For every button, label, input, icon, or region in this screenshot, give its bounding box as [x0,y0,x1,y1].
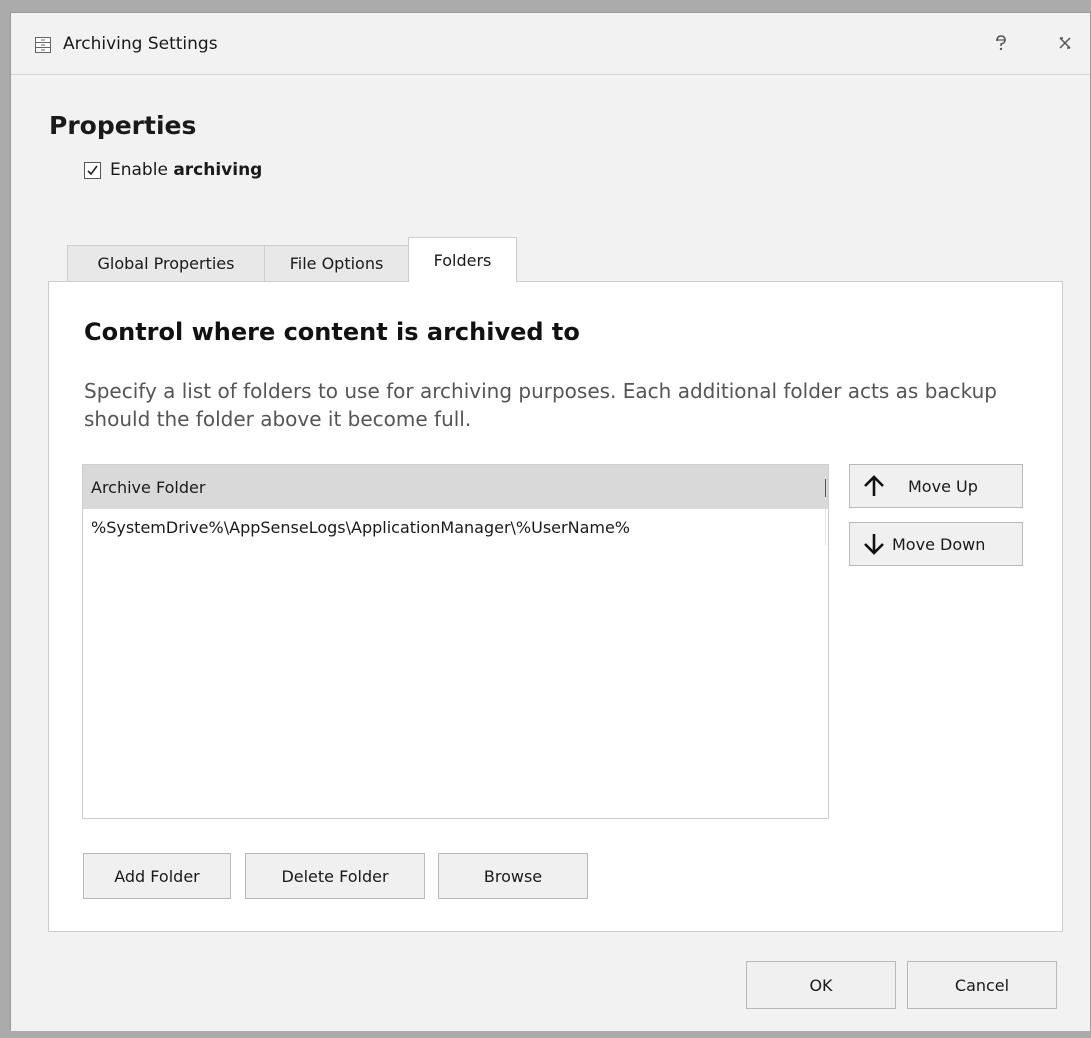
column-header-label: Archive Folder [91,478,206,497]
section-title: Control where content is archived to [84,318,580,346]
folders-panel: Control where content is archived to Spe… [48,281,1063,932]
add-folder-button[interactable]: Add Folder [83,853,231,899]
arrow-down-icon [864,534,884,555]
move-down-label: Move Down [892,534,986,554]
column-header-archive-folder[interactable]: Archive Folder [83,465,828,509]
settings-list-icon [35,37,51,53]
window-title: Archiving Settings [63,34,218,54]
enable-archiving-label: Enable archiving [110,160,263,180]
cancel-button[interactable]: Cancel [907,961,1057,1009]
enable-archiving-checkbox[interactable] [84,161,101,179]
dialog-window: Archiving Settings Properties Enable arc… [0,0,1091,1038]
help-icon [996,35,1006,51]
ok-button[interactable]: OK [746,961,896,1009]
column-divider[interactable] [825,479,826,497]
help-button[interactable] [989,31,1013,55]
list-item[interactable]: %SystemDrive%\AppSenseLogs\ApplicationMa… [83,509,828,545]
arrow-up-icon [864,475,884,496]
archive-folder-list[interactable]: Archive Folder %SystemDrive%\AppSenseLog… [82,464,829,819]
checkmark-icon [87,165,98,175]
close-icon [1059,37,1071,49]
enable-archiving-option[interactable]: Enable archiving [84,160,262,180]
browse-button[interactable]: Browse [438,853,588,899]
delete-folder-button[interactable]: Delete Folder [245,853,425,899]
close-button[interactable] [1053,31,1077,55]
move-down-button[interactable]: Move Down [849,522,1023,566]
move-up-button[interactable]: Move Up [849,464,1023,508]
folder-path: %SystemDrive%\AppSenseLogs\ApplicationMa… [91,518,630,537]
section-description: Specify a list of folders to use for arc… [84,379,997,431]
page-title: Properties [49,111,197,140]
title-bar: Archiving Settings [11,13,1090,75]
content-area: Properties Enable archiving Global Prope… [11,75,1090,1031]
dialog-frame: Archiving Settings Properties Enable arc… [10,12,1091,1031]
tab-folders[interactable]: Folders [408,237,517,282]
move-up-label: Move Up [908,476,978,496]
tab-file-options[interactable]: File Options [264,245,409,281]
tab-global-properties[interactable]: Global Properties [67,245,265,281]
column-divider-line [825,509,826,545]
